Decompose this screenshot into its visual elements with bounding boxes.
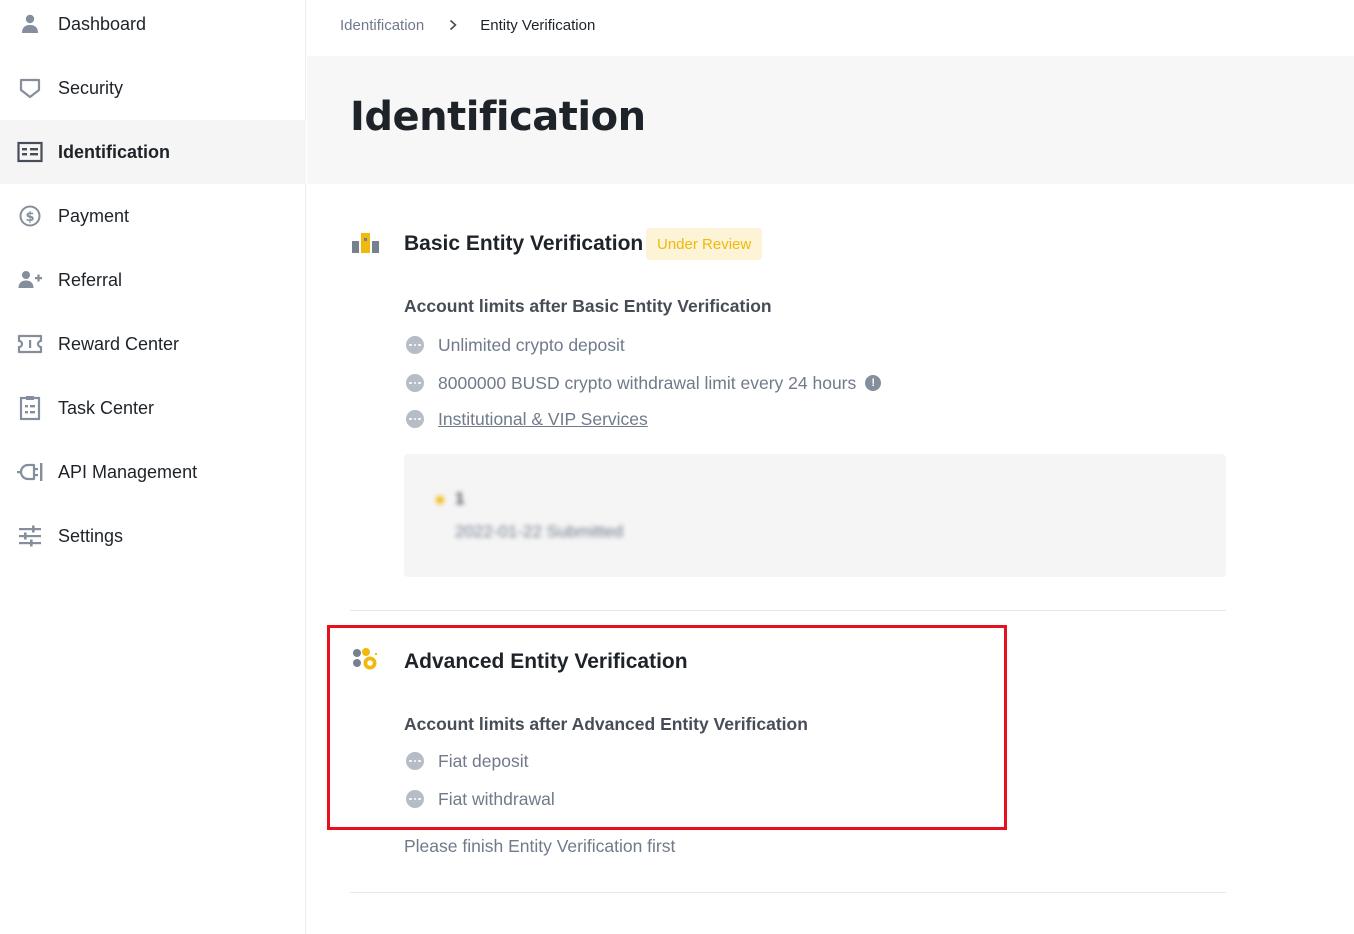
sidebar-item-dashboard[interactable]: Dashboard — [0, 0, 306, 56]
main-content: Identification Entity Verification Ident… — [307, 0, 1354, 934]
page-title: Identification — [350, 94, 646, 140]
more-dots-icon — [406, 336, 424, 354]
more-dots-icon — [406, 410, 424, 428]
section-divider — [350, 610, 1226, 611]
limit-text: Unlimited crypto deposit — [438, 334, 625, 355]
sidebar-item-label: Dashboard — [58, 13, 147, 34]
sidebar-item-label: Payment — [58, 205, 130, 226]
list-item: 8000000 BUSD crypto withdrawal limit eve… — [406, 371, 882, 395]
highlight-box — [327, 625, 1007, 830]
sidebar-item-referral[interactable]: Referral — [0, 248, 306, 312]
sidebar: Dashboard Security Identification $ Paym… — [0, 0, 306, 934]
id-card-icon — [17, 139, 43, 165]
sliders-icon — [17, 523, 43, 549]
more-dots-icon — [406, 374, 424, 392]
breadcrumb: Identification Entity Verification — [340, 14, 595, 36]
chevron-right-icon — [448, 19, 458, 31]
add-user-icon — [17, 267, 43, 293]
sidebar-item-identification[interactable]: Identification — [0, 120, 306, 184]
submission-level: 1 — [455, 489, 465, 508]
list-item: Institutional & VIP Services — [406, 407, 648, 431]
info-icon[interactable]: ! — [865, 375, 882, 391]
sidebar-item-label: Identification — [58, 141, 170, 162]
limit-text: 8000000 BUSD crypto withdrawal limit eve… — [438, 372, 857, 393]
status-dot-icon — [436, 496, 444, 504]
svg-text:$: $ — [25, 210, 34, 225]
checklist-icon — [17, 395, 43, 421]
sidebar-item-payment[interactable]: $ Payment — [0, 184, 306, 248]
submission-status-card: 1 2022-01-22 Submitted — [404, 454, 1226, 577]
breadcrumb-current: Entity Verification — [480, 16, 596, 34]
status-badge: Under Review — [646, 228, 763, 260]
verification-prerequisite-note: Please finish Entity Verification first — [404, 836, 676, 856]
basic-verification-title: Basic Entity Verification — [404, 232, 644, 255]
sidebar-item-settings[interactable]: Settings — [0, 504, 306, 568]
user-icon — [17, 11, 43, 37]
shield-icon — [17, 75, 43, 101]
dollar-circle-icon: $ — [17, 203, 43, 229]
sidebar-item-label: Referral — [58, 269, 123, 290]
sidebar-item-label: Settings — [58, 525, 124, 546]
sidebar-item-label: API Management — [58, 461, 198, 482]
list-item: Unlimited crypto deposit — [406, 333, 625, 357]
building-icon — [351, 229, 381, 259]
sidebar-item-label: Task Center — [58, 397, 155, 418]
sidebar-item-security[interactable]: Security — [0, 56, 306, 120]
sidebar-item-label: Security — [58, 77, 124, 98]
sidebar-item-reward-center[interactable]: Reward Center — [0, 312, 306, 376]
section-divider — [350, 892, 1226, 893]
ticket-icon — [17, 331, 43, 357]
sidebar-item-label: Reward Center — [58, 333, 180, 354]
vip-services-link[interactable]: Institutional & VIP Services — [438, 409, 648, 430]
sidebar-item-api-management[interactable]: API Management — [0, 440, 306, 504]
basic-limits-heading: Account limits after Basic Entity Verifi… — [404, 296, 772, 316]
plug-icon — [17, 459, 43, 485]
breadcrumb-link-identification[interactable]: Identification — [340, 17, 424, 34]
page-header: Identification — [307, 56, 1354, 184]
sidebar-item-task-center[interactable]: Task Center — [0, 376, 306, 440]
submission-date: 2022-01-22 Submitted — [455, 522, 624, 541]
